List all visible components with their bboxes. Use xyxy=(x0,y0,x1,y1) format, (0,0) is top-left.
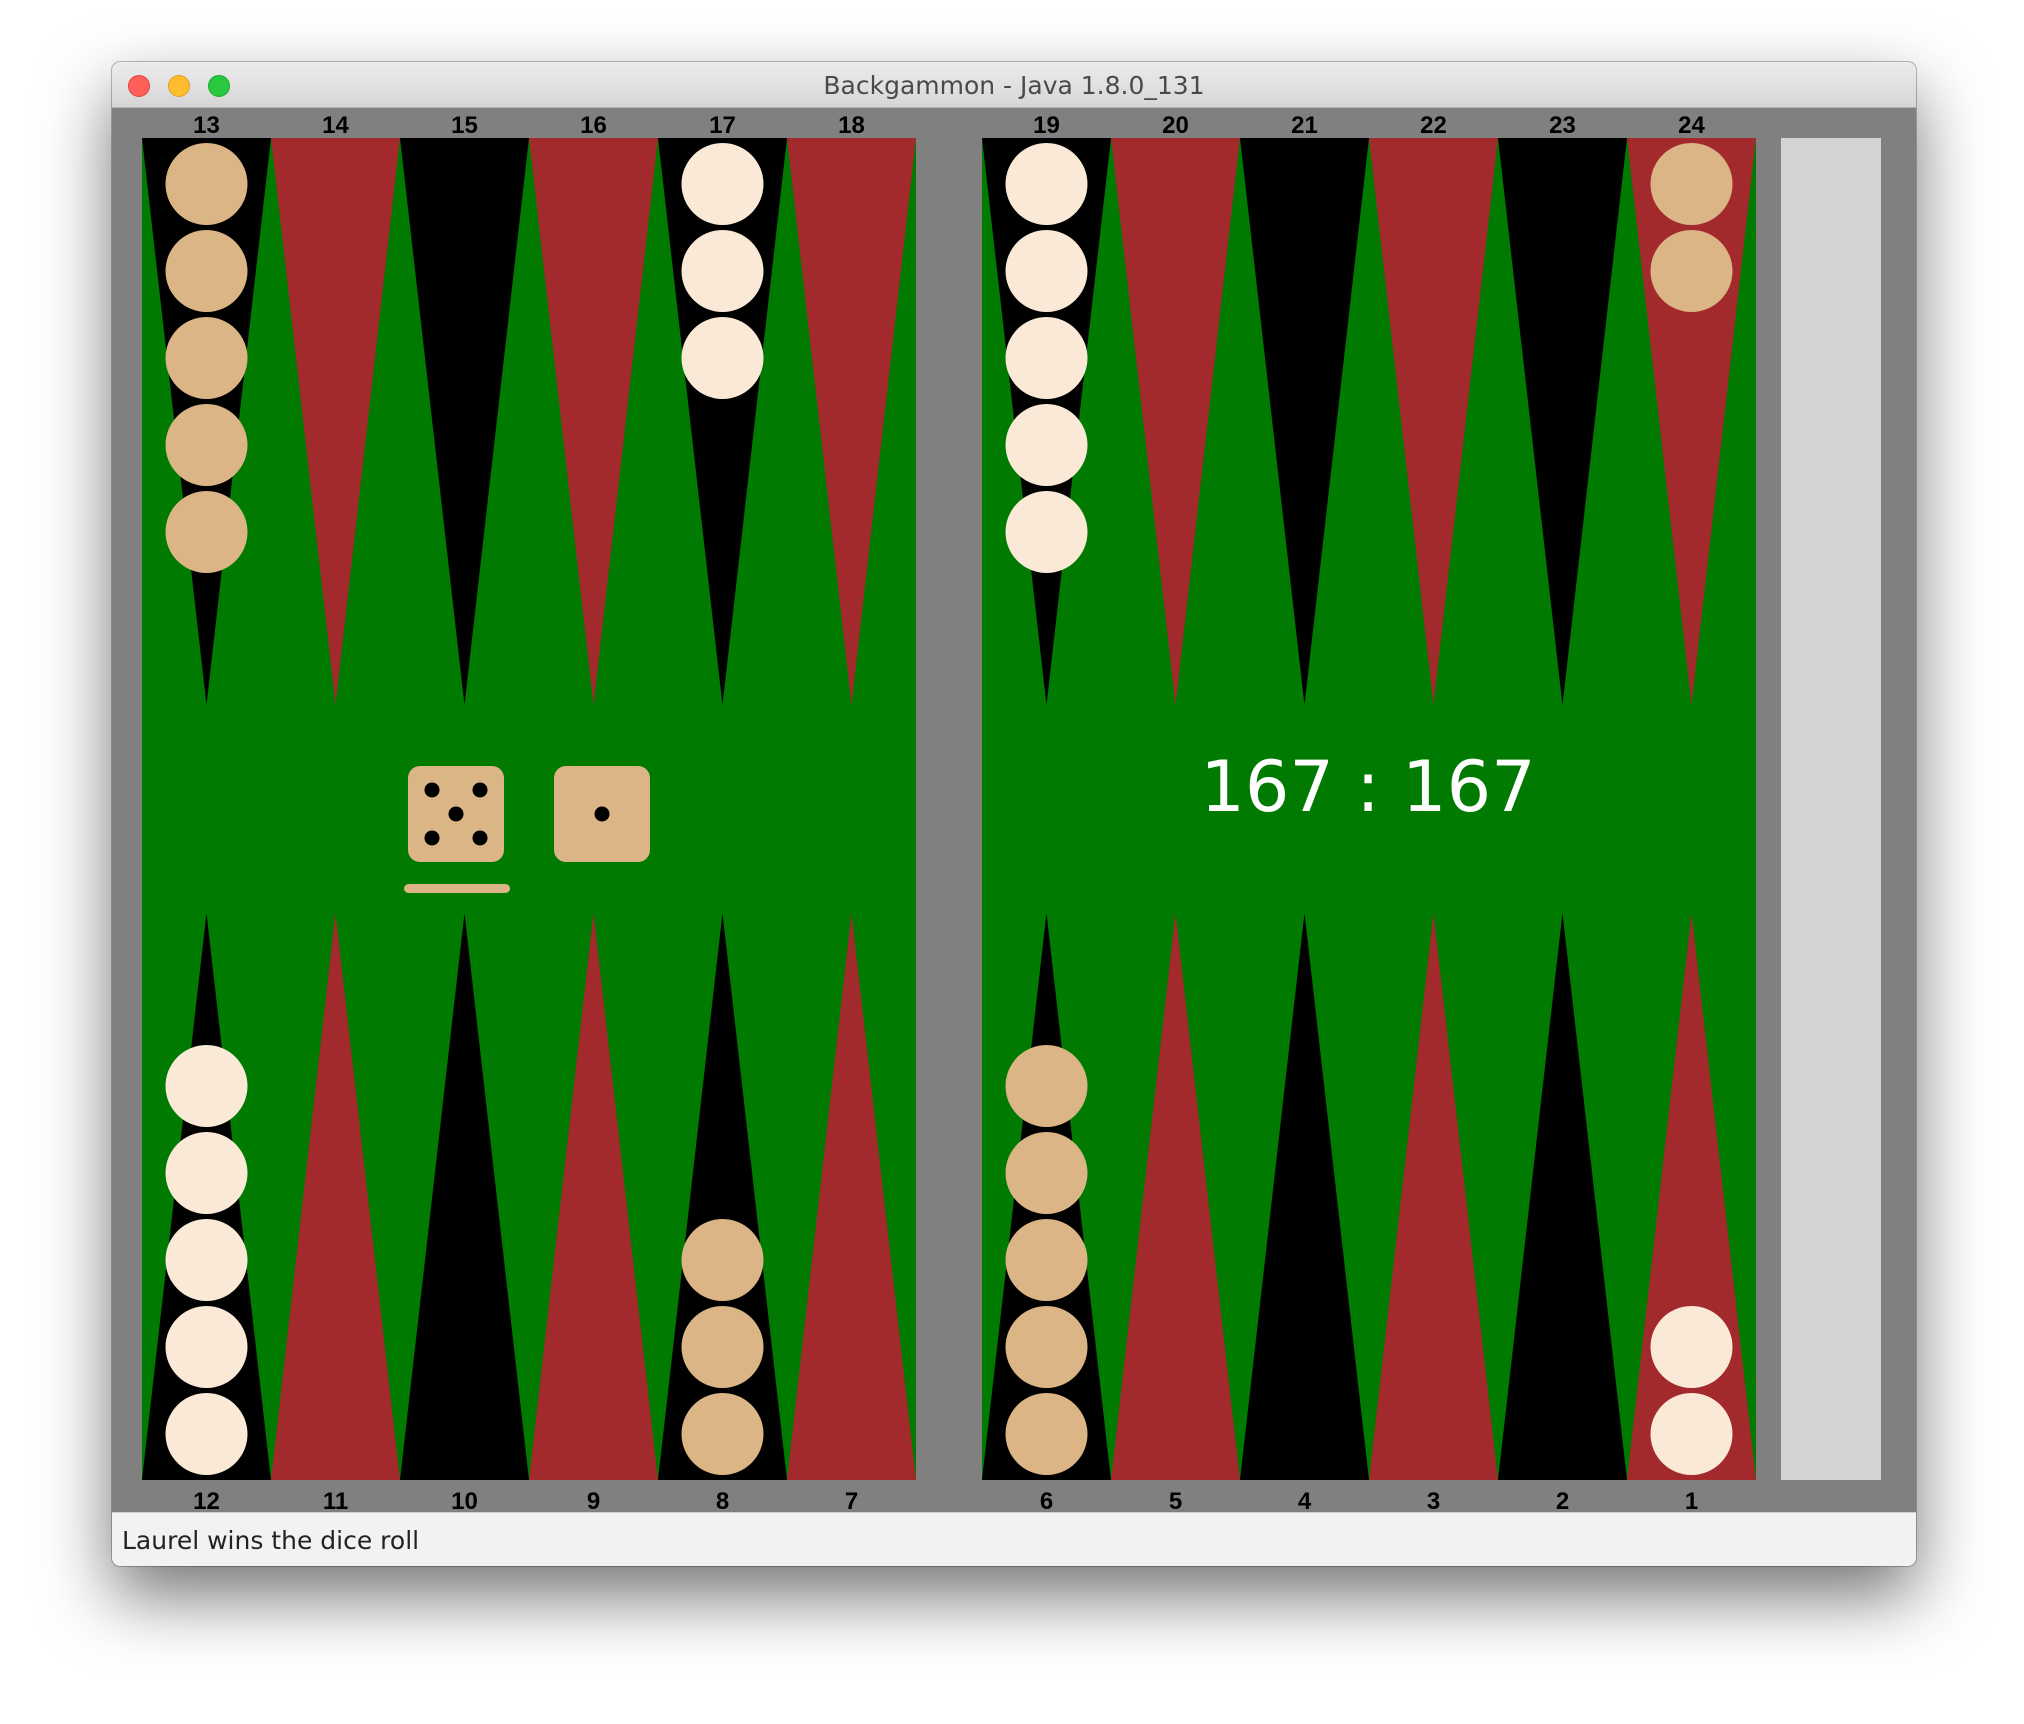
checker-cream[interactable] xyxy=(165,1306,248,1388)
checker-cream[interactable] xyxy=(165,1132,248,1214)
checker-cream[interactable] xyxy=(1005,404,1088,486)
point-number-label: 11 xyxy=(323,1488,348,1512)
bear-off-tray[interactable] xyxy=(1781,138,1881,1480)
point-number-label: 21 xyxy=(1291,112,1318,139)
point-number-label: 7 xyxy=(845,1488,858,1512)
checker-cream[interactable] xyxy=(165,1045,248,1127)
checker-cream[interactable] xyxy=(1005,491,1088,573)
checker-cream[interactable] xyxy=(1650,1306,1733,1388)
die-pip xyxy=(594,806,610,822)
point-number-label: 6 xyxy=(1040,1488,1053,1512)
die-pip xyxy=(424,782,440,798)
status-message: Laurel wins the dice roll xyxy=(122,1526,420,1555)
point-number-label: 14 xyxy=(322,112,349,139)
checker-tan[interactable] xyxy=(1650,143,1733,225)
point-number-label: 23 xyxy=(1549,112,1576,139)
point-number-label: 13 xyxy=(193,112,220,139)
point-number-label: 20 xyxy=(1162,112,1189,139)
die-pip xyxy=(424,830,440,846)
game-window: 1 2 3 4 5 6 7 8 9 10 11 12 13 14 15 16 17 18 19 20 21 22 23 24 1… xyxy=(112,62,1916,1566)
checker-cream[interactable] xyxy=(681,317,764,399)
left-half-board xyxy=(142,138,916,1480)
checker-tan[interactable] xyxy=(165,143,248,225)
checker-cream[interactable] xyxy=(165,1219,248,1301)
checker-tan[interactable] xyxy=(1005,1306,1088,1388)
selected-die-indicator xyxy=(404,884,510,893)
point-number-label: 17 xyxy=(709,112,736,139)
checker-tan[interactable] xyxy=(1005,1219,1088,1301)
point-number-label: 10 xyxy=(451,1488,478,1512)
backgammon-board[interactable]: 12345678910111213 14 15 16 17 18 19 20 21 22 23 241… xyxy=(112,62,1916,1512)
die-pip xyxy=(472,830,488,846)
checker-tan[interactable] xyxy=(1650,230,1733,312)
point-number-label: 15 xyxy=(451,112,478,139)
status-bar: Laurel wins the dice roll xyxy=(112,1512,1916,1566)
checker-cream[interactable] xyxy=(1005,230,1088,312)
checker-tan[interactable] xyxy=(1005,1045,1088,1127)
point-number-label: 2 xyxy=(1556,1488,1569,1512)
checker-tan[interactable] xyxy=(165,230,248,312)
checker-cream[interactable] xyxy=(1005,317,1088,399)
checker-cream[interactable] xyxy=(1650,1393,1733,1475)
checker-cream[interactable] xyxy=(681,143,764,225)
checker-tan[interactable] xyxy=(165,491,248,573)
checker-cream[interactable] xyxy=(1005,143,1088,225)
checker-tan[interactable] xyxy=(681,1219,764,1301)
checker-cream[interactable] xyxy=(165,1393,248,1475)
point-number-label: 4 xyxy=(1298,1488,1312,1512)
point-number-label: 8 xyxy=(716,1488,729,1512)
checker-tan[interactable] xyxy=(681,1306,764,1388)
die-pip xyxy=(472,782,488,798)
point-number-label: 19 xyxy=(1033,112,1060,139)
point-number-label: 18 xyxy=(838,112,865,139)
checker-tan[interactable] xyxy=(681,1393,764,1475)
point-number-label: 24 xyxy=(1678,112,1705,139)
point-number-label: 9 xyxy=(587,1488,600,1512)
die-pip xyxy=(448,806,464,822)
point-number-label: 16 xyxy=(580,112,607,139)
window-title: Backgammon - Java 1.8.0_131 xyxy=(823,71,1205,100)
checker-tan[interactable] xyxy=(165,317,248,399)
point-number-label: 3 xyxy=(1427,1488,1440,1512)
checker-cream[interactable] xyxy=(681,230,764,312)
point-number-label: 1 xyxy=(1685,1488,1698,1512)
checker-tan[interactable] xyxy=(165,404,248,486)
checker-tan[interactable] xyxy=(1005,1132,1088,1214)
point-number-label: 22 xyxy=(1420,112,1447,139)
pip-count: 167 : 167 xyxy=(1200,746,1535,828)
point-number-label: 12 xyxy=(193,1488,220,1512)
title-bar: Backgammon - Java 1.8.0_131 xyxy=(112,62,1916,108)
checker-tan[interactable] xyxy=(1005,1393,1088,1475)
point-number-label: 5 xyxy=(1169,1488,1182,1512)
